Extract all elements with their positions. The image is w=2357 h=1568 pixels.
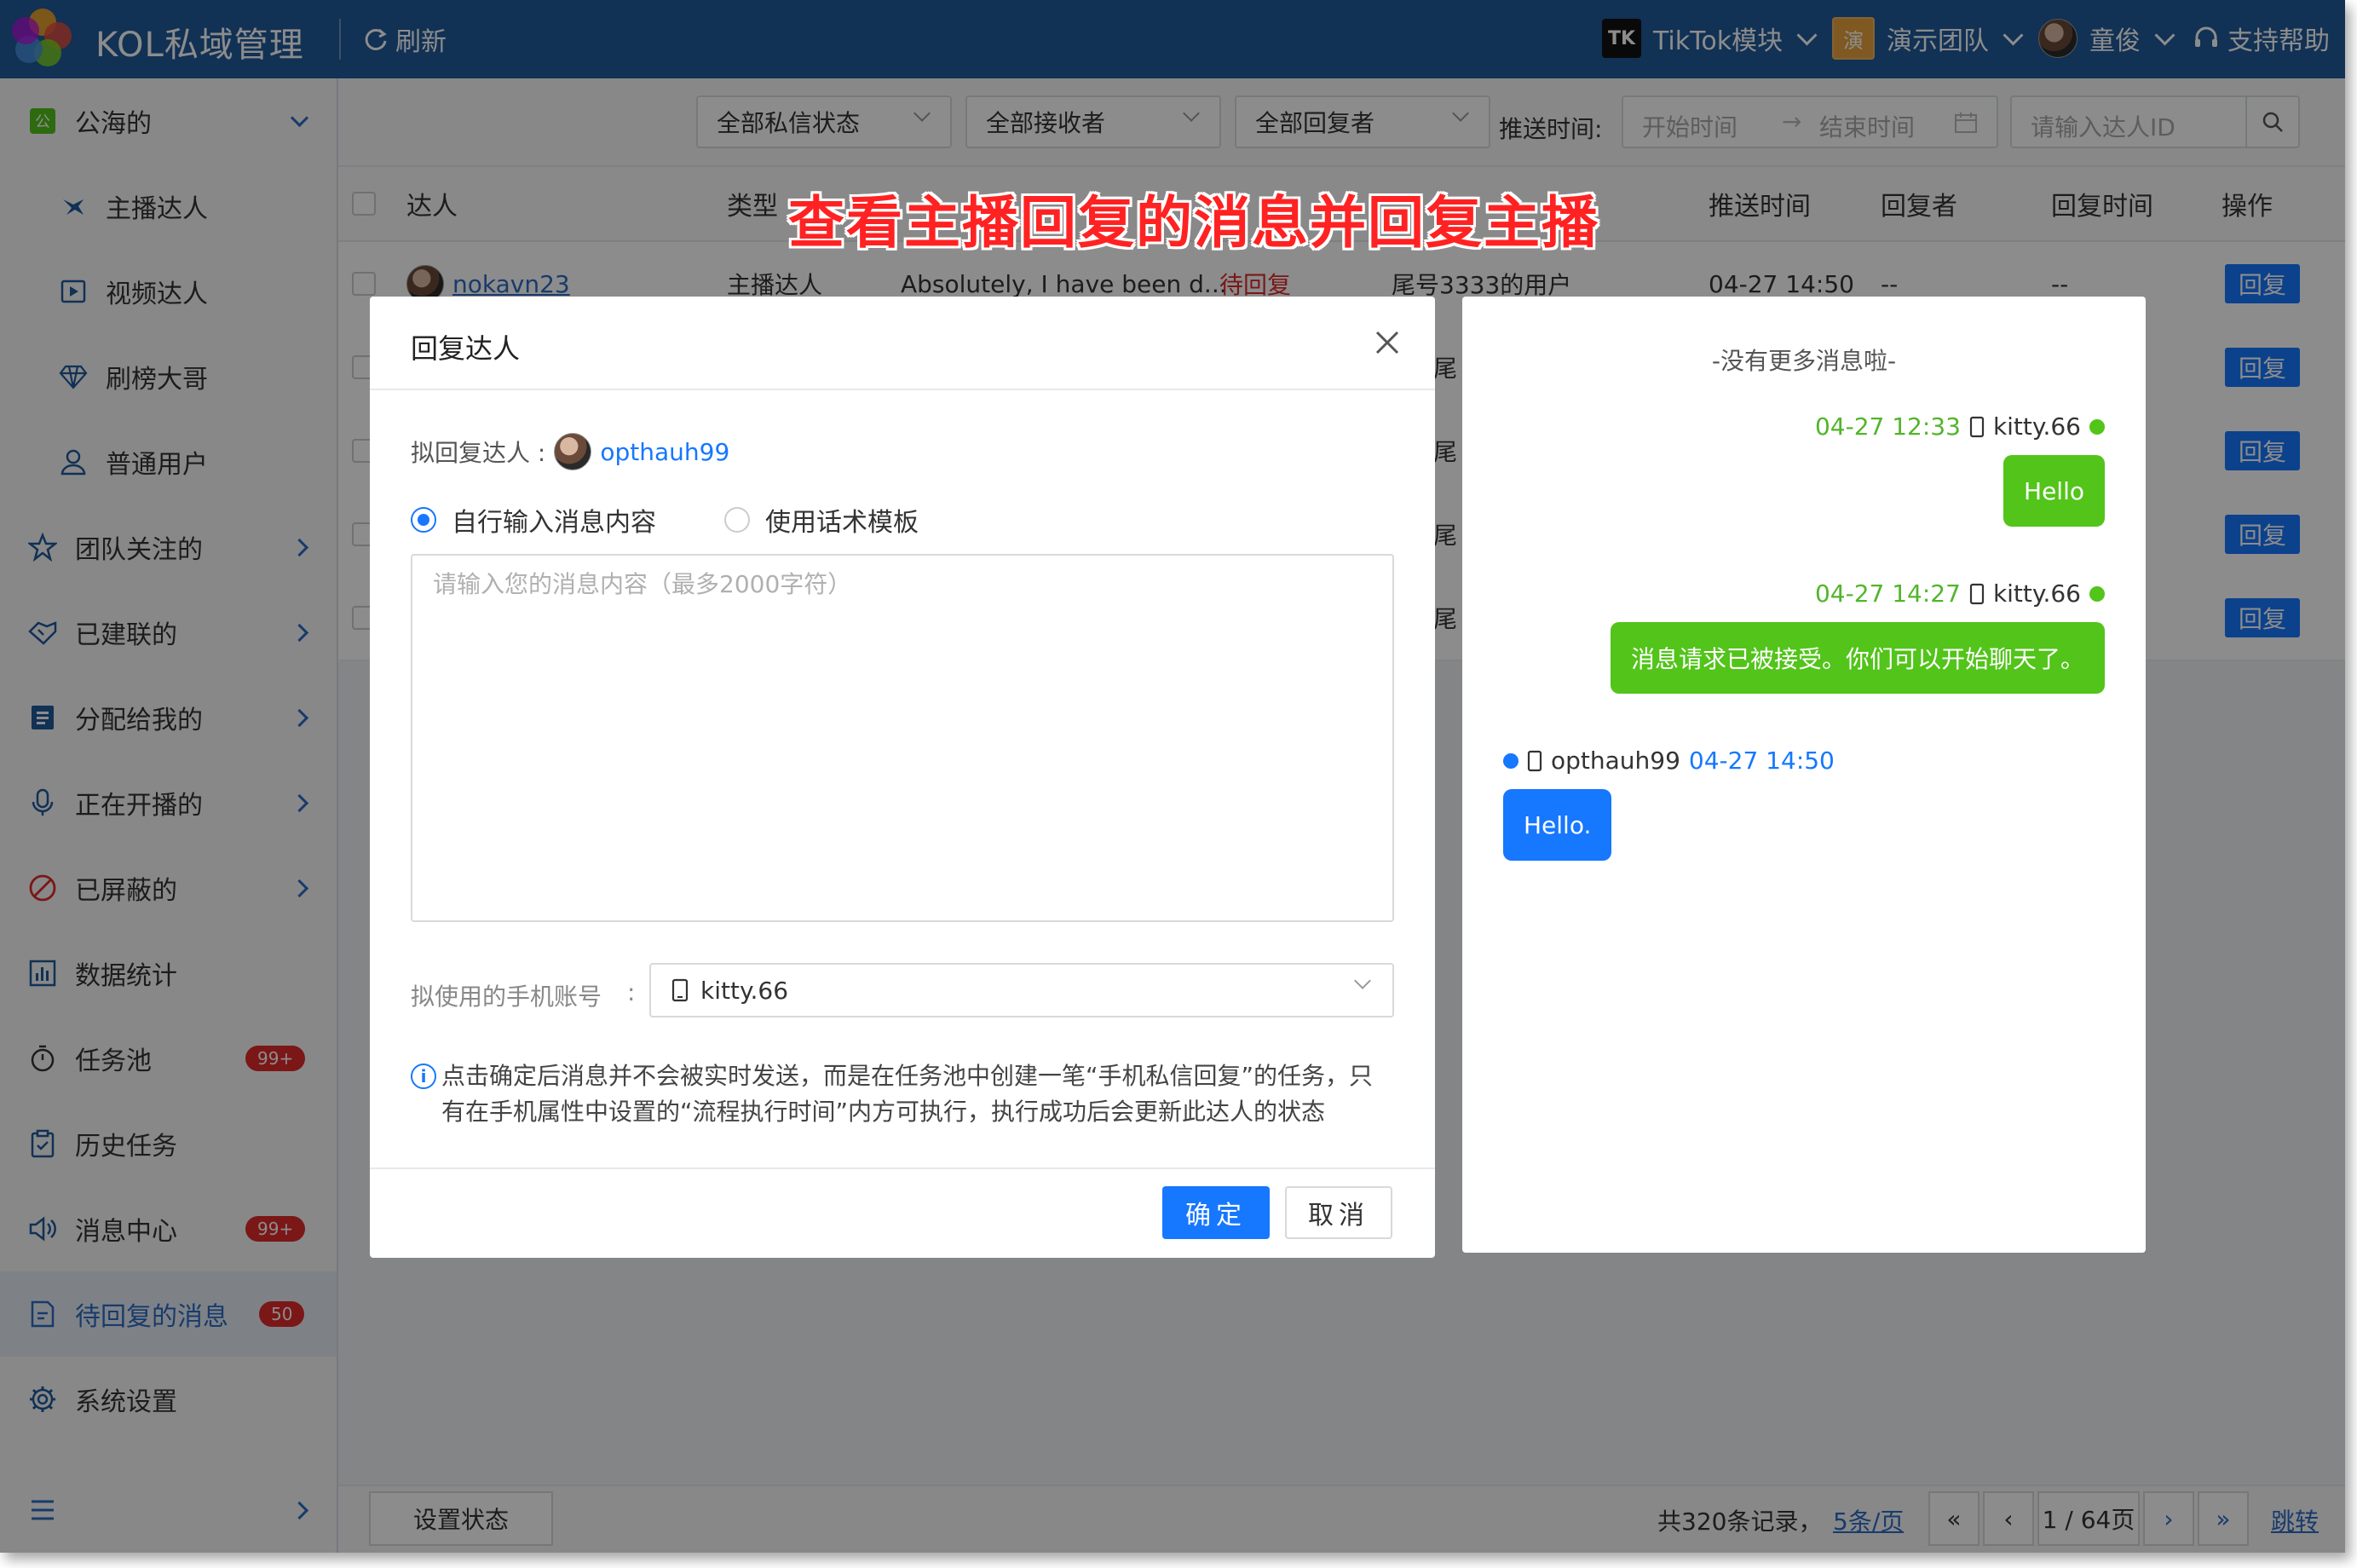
- phone-account-label: 拟使用的手机账号: [411, 983, 602, 1011]
- chat-bubble: Hello.: [1503, 789, 1612, 861]
- avatar: [554, 433, 592, 470]
- phone-icon: [1527, 750, 1542, 771]
- radio-dot: [411, 507, 436, 533]
- info-notice: i 点击确定后消息并不会被实时发送，而是在任务池中创建一笔“手机私信回复”的任务…: [411, 1058, 1399, 1130]
- info-icon: i: [411, 1064, 436, 1089]
- phone-icon: [1969, 416, 1985, 437]
- message-time: 04-27 14:27: [1814, 579, 1961, 608]
- phone-account-colon: :: [627, 978, 636, 1006]
- confirm-button[interactable]: 确定: [1162, 1186, 1270, 1239]
- target-label: 拟回复达人 :: [411, 439, 546, 467]
- message-account: opthauh99: [1551, 747, 1680, 775]
- message-meta: 04-27 14:27 kitty.66: [1815, 579, 2105, 608]
- chat-bubble: Hello: [2003, 455, 2105, 527]
- radio-custom-message[interactable]: 自行输入消息内容: [411, 501, 656, 539]
- target-name-link[interactable]: opthauh99: [600, 438, 729, 466]
- reply-modal: 回复达人 拟回复达人 : opthauh99 自行输入消息内容 使用话术模板 请…: [370, 297, 1435, 1258]
- app-window: KOL私域管理 刷新 TK TikTok模块 演 演示团队 童俊 支持帮助 公: [0, 0, 2345, 1553]
- instruction-banner: 查看主播回复的消息并回复主播: [788, 190, 1599, 256]
- radio-dot: [724, 507, 750, 533]
- no-more-messages: -没有更多消息啦-: [1711, 347, 1897, 375]
- message-time: 04-27 14:50: [1688, 747, 1835, 775]
- message-account: kitty.66: [1992, 579, 2081, 608]
- notice-line-1: 点击确定后消息并不会被实时发送，而是在任务池中创建一笔“手机私信回复”的任务，只: [441, 1062, 1374, 1090]
- message-account: kitty.66: [1992, 412, 2081, 441]
- divider: [370, 1167, 1435, 1169]
- status-dot: [2089, 585, 2105, 602]
- textarea-placeholder: 请输入您的消息内容（最多2000字符）: [433, 570, 852, 598]
- phone-icon: [671, 978, 689, 1002]
- phone-account-value: kitty.66: [700, 976, 789, 1005]
- chat-history-panel: -没有更多消息啦- 04-27 12:33 kitty.66 Hello 04-…: [1462, 297, 2146, 1253]
- message-meta: 04-27 12:33 kitty.66: [1815, 412, 2105, 441]
- close-icon[interactable]: [1370, 326, 1404, 360]
- radio-label: 使用话术模板: [765, 508, 919, 538]
- divider: [370, 389, 1435, 390]
- cancel-button[interactable]: 取消: [1285, 1186, 1392, 1239]
- status-dot: [1503, 752, 1519, 769]
- notice-line-2: 有在手机属性中设置的“流程执行时间”内方可执行，执行成功后会更新此达人的状态: [441, 1098, 1326, 1126]
- reply-target: 拟回复达人 : opthauh99: [411, 433, 729, 470]
- phone-account-select[interactable]: kitty.66: [649, 963, 1394, 1017]
- modal-title: 回复达人: [411, 332, 521, 365]
- chevron-down-icon: [1354, 972, 1371, 989]
- phone-icon: [1969, 583, 1985, 604]
- radio-label: 自行输入消息内容: [452, 508, 656, 538]
- radio-use-template[interactable]: 使用话术模板: [724, 501, 919, 539]
- message-meta: opthauh99 04-27 14:50: [1503, 747, 1835, 775]
- status-dot: [2089, 418, 2105, 435]
- message-textarea[interactable]: 请输入您的消息内容（最多2000字符）: [411, 554, 1394, 922]
- chat-bubble: 消息请求已被接受。你们可以开始聊天了。: [1610, 622, 2105, 694]
- message-time: 04-27 12:33: [1814, 412, 1961, 441]
